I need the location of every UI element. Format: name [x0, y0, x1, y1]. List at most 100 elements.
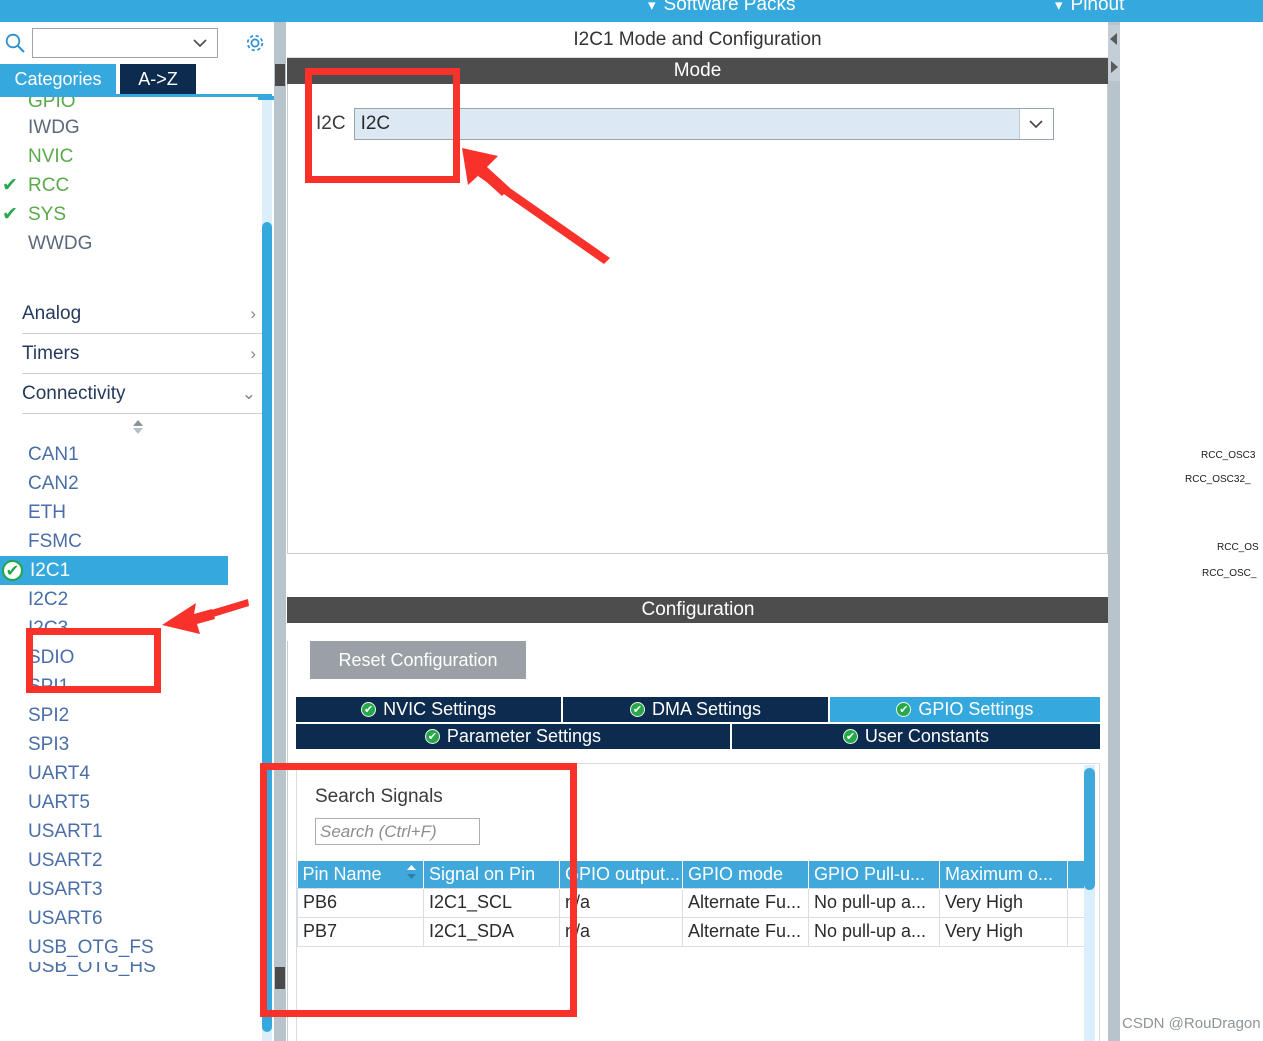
sidebar-item-fsmc[interactable]: FSMC	[0, 527, 276, 556]
reset-configuration-button[interactable]: Reset Configuration	[310, 641, 526, 679]
sidebar-item-usart1[interactable]: USART1	[0, 817, 276, 846]
sidebar-group-label: Analog	[22, 302, 82, 324]
tab-nvic-settings-label: NVIC Settings	[383, 699, 497, 719]
tab-user-constants[interactable]: ✔ User Constants	[731, 724, 1100, 749]
sidebar-splitter[interactable]	[274, 22, 286, 1041]
sidebar-item-label: USART2	[28, 849, 103, 871]
cell-signal-on-pin: I2C1_SCL	[423, 887, 560, 918]
sidebar-item-spi1[interactable]: SPI1	[0, 672, 276, 701]
tab-dma-settings-label: DMA Settings	[651, 699, 762, 719]
sidebar-item-sdio[interactable]: SDIO	[0, 643, 276, 672]
gear-icon[interactable]	[240, 28, 270, 58]
cell-gpio-output[interactable]: n/a	[559, 916, 683, 947]
sidebar-item-usart3[interactable]: USART3	[0, 875, 276, 904]
tab-parameter-settings[interactable]: ✔ Parameter Settings	[296, 724, 732, 749]
mode-section-body: I2C I2C	[287, 84, 1108, 554]
tab-a-to-z[interactable]: A->Z	[120, 64, 196, 94]
sidebar-item-i2c3[interactable]: I2C3	[0, 614, 276, 643]
sidebar-item-eth[interactable]: ETH	[0, 498, 276, 527]
sidebar-item-label: CAN1	[28, 443, 79, 465]
sidebar-item-label: IWDG	[28, 116, 80, 138]
cell-gpio-pullup[interactable]: No pull-up a...	[808, 887, 940, 918]
config-tabs-row-2: ✔ Parameter Settings ✔ User Constants	[296, 724, 1100, 749]
sidebar-item-nvic[interactable]: NVIC	[0, 142, 276, 171]
chevron-right-icon[interactable]	[1109, 60, 1119, 74]
search-signals-input[interactable]: Search (Ctrl+F)	[315, 818, 480, 845]
tab-categories[interactable]: Categories	[0, 64, 116, 94]
sort-indicator-icon[interactable]	[405, 864, 418, 885]
chevron-down-icon[interactable]	[1018, 109, 1053, 139]
configuration-section: Configuration Reset Configuration ✔ NVIC…	[287, 597, 1109, 1041]
cell-gpio-mode[interactable]: Alternate Fu...	[682, 887, 809, 918]
splitter-grip-bottom[interactable]	[275, 967, 285, 989]
sidebar-item-can2[interactable]: CAN2	[0, 469, 276, 498]
sidebar-item-gpio[interactable]: GPIO	[0, 97, 276, 113]
column-maximum-output[interactable]: Maximum o...	[939, 861, 1068, 888]
sidebar-item-label: CAN2	[28, 472, 79, 494]
table-scrollbar-thumb[interactable]	[1084, 768, 1095, 890]
sidebar-item-spi3[interactable]: SPI3	[0, 730, 276, 759]
check-icon: ✔	[2, 204, 18, 225]
tab-dma-settings[interactable]: ✔ DMA Settings	[563, 697, 830, 722]
sidebar-group-connectivity[interactable]: Connectivity ⌄	[22, 374, 262, 414]
sidebar-group-analog[interactable]: Analog ›	[22, 294, 262, 334]
sidebar-item-i2c1[interactable]: ✔ I2C1	[0, 556, 228, 585]
cell-maximum-output[interactable]: Very High	[939, 916, 1068, 947]
sidebar-item-label: FSMC	[28, 530, 82, 552]
sidebar-item-usart2[interactable]: USART2	[0, 846, 276, 875]
chevron-down-icon: ▾	[1055, 0, 1063, 14]
pin-label-rcc-osc3: RCC_OSC3	[1201, 450, 1256, 461]
check-icon: ✔	[424, 729, 440, 744]
sidebar-item-usb-otg-hs[interactable]: USB_OTG_HS	[0, 962, 276, 978]
check-icon: ✔	[896, 702, 912, 717]
column-pin-name-label: Pin Name	[302, 863, 382, 884]
sidebar-item-can1[interactable]: CAN1	[0, 440, 276, 469]
sidebar-scrollbar-thumb[interactable]	[262, 222, 272, 1032]
column-gpio-mode[interactable]: GPIO mode	[682, 861, 809, 888]
table-row[interactable]: PB7 I2C1_SDA n/a Alternate Fu... No pull…	[297, 916, 1087, 947]
column-signal-on-pin[interactable]: Signal on Pin	[423, 861, 560, 888]
chevron-down-icon	[193, 39, 207, 48]
sidebar-item-usb-otg-fs[interactable]: USB_OTG_FS	[0, 933, 276, 962]
sidebar-item-rcc[interactable]: ✔ RCC	[0, 171, 276, 200]
search-combo-input[interactable]	[32, 28, 218, 58]
sidebar-item-uart4[interactable]: UART4	[0, 759, 276, 788]
sidebar-item-i2c2[interactable]: I2C2	[0, 585, 276, 614]
cell-gpio-mode[interactable]: Alternate Fu...	[682, 916, 809, 947]
sidebar-item-label: SDIO	[28, 646, 75, 668]
sidebar-group-label: Connectivity	[22, 382, 126, 404]
sidebar-item-label: USB_OTG_HS	[28, 962, 156, 977]
sidebar-item-sys[interactable]: ✔ SYS	[0, 200, 276, 229]
tab-gpio-settings[interactable]: ✔ GPIO Settings	[829, 697, 1101, 722]
right-splitter[interactable]	[1108, 22, 1120, 1041]
cell-maximum-output[interactable]: Very High	[939, 887, 1068, 918]
i2c-mode-dropdown[interactable]: I2C	[353, 108, 1054, 140]
tab-nvic-settings[interactable]: ✔ NVIC Settings	[296, 697, 564, 722]
sidebar-group-label: Timers	[22, 342, 80, 364]
table-row[interactable]: PB6 I2C1_SCL n/a Alternate Fu... No pull…	[297, 887, 1087, 918]
sort-caret-icon[interactable]	[0, 414, 276, 440]
sidebar-item-uart5[interactable]: UART5	[0, 788, 276, 817]
main-config-panel: I2C1 Mode and Configuration Mode I2C I2C…	[286, 22, 1109, 1041]
gpio-pin-table: Pin Name Signal on Pin GPIO output... GP…	[297, 861, 1087, 947]
sidebar-item-label: I2C3	[28, 617, 69, 639]
column-gpio-output[interactable]: GPIO output...	[559, 861, 683, 888]
sidebar-item-usart6[interactable]: USART6	[0, 904, 276, 933]
sidebar-item-iwdg[interactable]: IWDG	[0, 113, 276, 142]
menu-software-packs[interactable]: ▾ Software Packs	[648, 0, 796, 16]
menu-pinout[interactable]: ▾ Pinout	[1055, 0, 1124, 16]
sidebar-item-label: NVIC	[28, 145, 74, 167]
sidebar-item-wwdg[interactable]: WWDG	[0, 229, 276, 258]
sidebar-item-label: USB_OTG_FS	[28, 936, 154, 958]
cell-gpio-output[interactable]: n/a	[559, 887, 683, 918]
cell-gpio-pullup[interactable]: No pull-up a...	[808, 916, 940, 947]
column-pin-name[interactable]: Pin Name	[297, 861, 424, 888]
panel-collapse-arrows[interactable]	[1108, 25, 1120, 81]
column-gpio-pullup[interactable]: GPIO Pull-u...	[808, 861, 940, 888]
sidebar-item-label: WWDG	[28, 232, 93, 254]
sidebar-item-spi2[interactable]: SPI2	[0, 701, 276, 730]
search-icon	[2, 30, 28, 56]
splitter-grip-top[interactable]	[275, 64, 285, 86]
chevron-left-icon[interactable]	[1109, 32, 1119, 46]
sidebar-group-timers[interactable]: Timers ›	[22, 334, 262, 374]
